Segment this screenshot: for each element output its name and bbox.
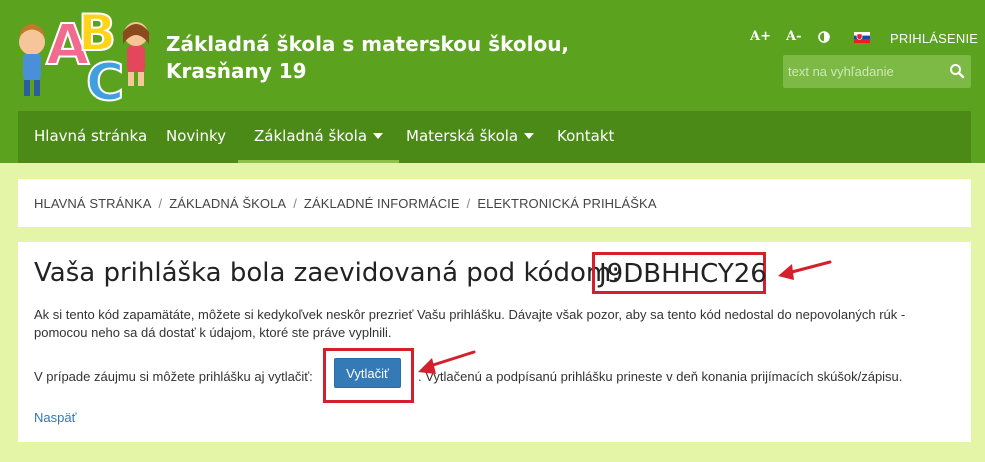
nav-item-label: Hlavná stránka <box>34 127 148 145</box>
print-line: V prípade záujmu si môžete prihlášku aj … <box>34 368 964 388</box>
abc-kids-logo[interactable]: A B C <box>16 4 154 104</box>
info-paragraph: Ak si tento kód zapamätáte, môžete si ke… <box>34 307 906 340</box>
breadcrumb-elementary-school[interactable]: ZÁKLADNÁ ŠKOLA <box>169 196 286 211</box>
nav-item-label: Novinky <box>166 127 226 145</box>
main-content: Vaša prihláška bola zaevidovaná pod kódo… <box>18 242 971 442</box>
nav-item-label: Základná škola <box>254 127 368 145</box>
main-navigation: Hlavná stránka Novinky Základná škola Ma… <box>18 111 971 163</box>
site-title[interactable]: Základná škola s materskou školou, Krasň… <box>166 31 586 85</box>
contrast-icon[interactable] <box>818 31 830 47</box>
print-text-before: V prípade záujmu si môžete prihlášku aj … <box>34 369 313 384</box>
page-title: Vaša prihláška bola zaevidovaná pod kódo… <box>34 258 620 288</box>
nav-item-label: Kontakt <box>557 127 615 145</box>
accessibility-tools: A+ A- PRIHLÁSENIE <box>748 29 978 49</box>
breadcrumb-current: ELEKTRONICKÁ PRIHLÁŠKA <box>477 196 657 211</box>
print-button[interactable]: Vytlačiť <box>334 358 401 388</box>
red-arrow-icon <box>418 350 476 374</box>
site-title-line1: Základná škola s materskou školou, <box>166 32 570 56</box>
print-text-after: . Vytlačenú a podpísanú prihlášku prines… <box>418 369 903 384</box>
svg-text:C: C <box>86 53 124 104</box>
search-box <box>783 55 971 88</box>
back-link[interactable]: Naspäť <box>34 410 76 425</box>
nav-item-kindergarten[interactable]: Materská škola <box>406 111 535 163</box>
nav-item-elementary-school[interactable]: Základná škola <box>238 111 400 163</box>
caret-down-icon <box>373 132 384 139</box>
nav-item-contact[interactable]: Kontakt <box>557 111 614 163</box>
caret-down-icon <box>524 132 535 139</box>
breadcrumb-separator: / <box>466 196 471 211</box>
code-highlight-box: J9DBHHCY26 <box>592 252 767 294</box>
breadcrumb-basic-info[interactable]: ZÁKLADNÉ INFORMÁCIE <box>304 196 460 211</box>
breadcrumb: HLAVNÁ STRÁNKA / ZÁKLADNÁ ŠKOLA / ZÁKLADNÉ I… <box>18 179 971 227</box>
nav-item-home[interactable]: Hlavná stránka <box>34 111 147 163</box>
application-code: J9DBHHCY26 <box>599 259 767 289</box>
site-header: A B C Základná škola s materskou školou,… <box>0 0 985 163</box>
breadcrumb-separator: / <box>158 196 163 211</box>
red-arrow-icon <box>778 260 832 280</box>
slovak-flag-icon[interactable] <box>854 32 870 47</box>
breadcrumb-home[interactable]: HLAVNÁ STRÁNKA <box>34 196 151 211</box>
font-decrease-button[interactable]: A- <box>786 29 801 44</box>
search-icon[interactable] <box>949 63 965 79</box>
login-link[interactable]: PRIHLÁSENIE <box>890 31 978 46</box>
search-input[interactable] <box>783 55 941 88</box>
font-increase-button[interactable]: A+ <box>750 29 771 44</box>
nav-item-news[interactable]: Novinky <box>166 111 226 163</box>
nav-item-label: Materská škola <box>406 127 519 145</box>
breadcrumb-separator: / <box>293 196 297 211</box>
site-title-line2: Krasňany 19 <box>166 59 307 83</box>
